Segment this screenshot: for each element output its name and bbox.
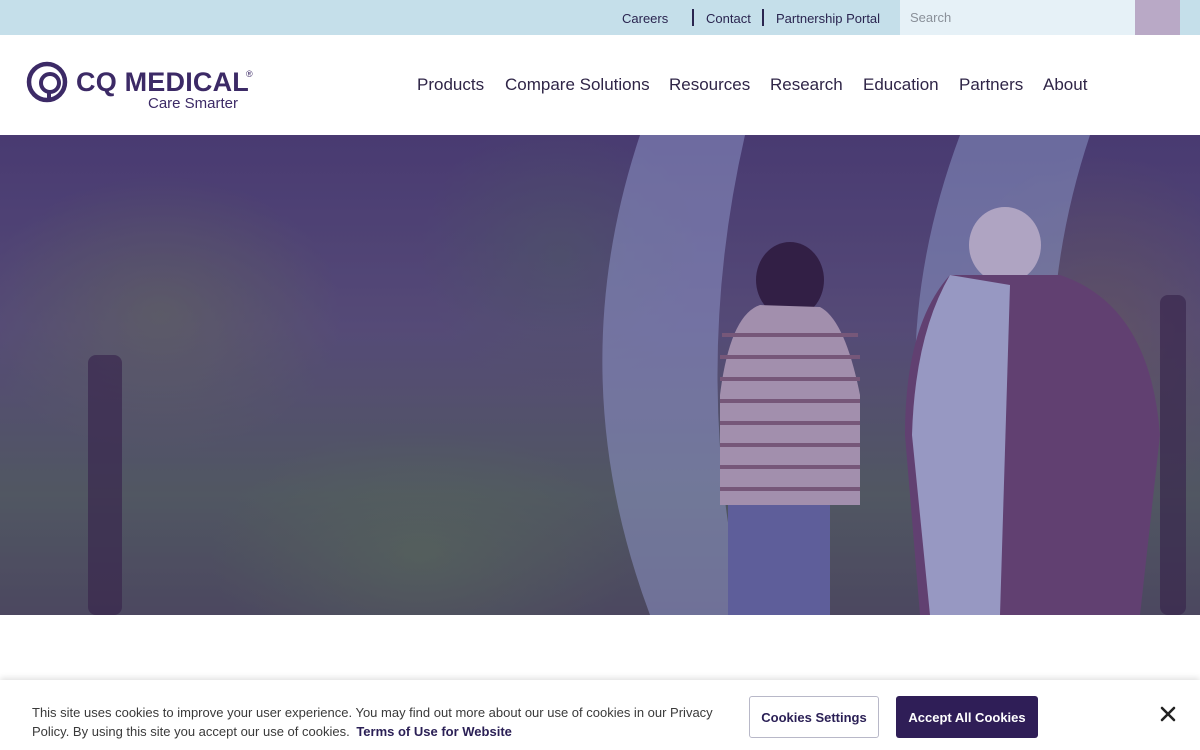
cookie-banner: This site uses cookies to improve your u… — [0, 680, 1200, 750]
cookies-settings-button[interactable]: Cookies Settings — [749, 696, 879, 738]
logo-name: CQ MEDICAL — [76, 67, 249, 97]
nav-about[interactable]: About — [1043, 75, 1087, 95]
careers-link[interactable]: Careers — [622, 11, 668, 26]
nav-compare-solutions[interactable]: Compare Solutions — [505, 75, 650, 95]
hero-tint-overlay — [0, 135, 1200, 615]
close-icon[interactable] — [1156, 702, 1180, 726]
cq-medical-logo[interactable]: CQ MEDICAL ® Care Smarter — [26, 59, 266, 115]
hero-image — [0, 135, 1200, 615]
nav-education[interactable]: Education — [863, 75, 939, 95]
utility-bar: Careers Contact Partnership Portal — [0, 0, 1200, 35]
search-input[interactable] — [900, 0, 1135, 35]
nav-research[interactable]: Research — [770, 75, 843, 95]
utility-divider — [762, 9, 764, 26]
logo-tagline: Care Smarter — [148, 95, 239, 112]
registered-mark: ® — [246, 69, 253, 79]
search-button[interactable] — [1135, 0, 1180, 35]
terms-of-use-link[interactable]: Terms of Use for Website — [356, 724, 512, 739]
partnership-portal-link[interactable]: Partnership Portal — [776, 11, 880, 26]
nav-products[interactable]: Products — [417, 75, 484, 95]
nav-resources[interactable]: Resources — [669, 75, 750, 95]
site-header: CQ MEDICAL ® Care Smarter Products Compa… — [0, 35, 1200, 135]
utility-divider — [692, 9, 694, 26]
cq-logo-mark-icon — [26, 61, 68, 103]
accept-all-cookies-button[interactable]: Accept All Cookies — [896, 696, 1038, 738]
contact-link[interactable]: Contact — [706, 11, 751, 26]
cookie-message: This site uses cookies to improve your u… — [32, 703, 732, 741]
nav-partners[interactable]: Partners — [959, 75, 1023, 95]
